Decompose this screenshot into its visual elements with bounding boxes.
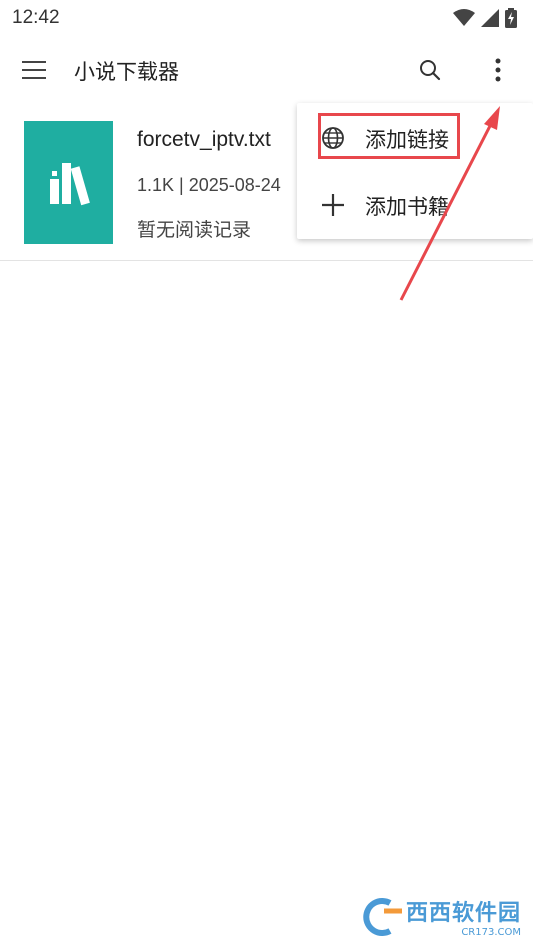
annotation-highlight-box xyxy=(318,113,460,159)
books-icon xyxy=(50,163,90,206)
plus-icon xyxy=(321,193,345,221)
menu-item-label: 添加书籍 xyxy=(365,195,449,219)
app-title: 小说下载器 xyxy=(74,60,179,84)
menu-item-add-book[interactable]: 添加书籍 xyxy=(297,177,533,235)
search-button[interactable] xyxy=(416,56,444,84)
status-bar: 12:42 xyxy=(0,0,533,36)
watermark-sub: CR173.COM xyxy=(461,927,521,938)
watermark: 西西软件园 CR173.COM xyxy=(360,895,521,938)
overflow-menu-button[interactable] xyxy=(486,56,510,84)
battery-icon xyxy=(505,8,517,28)
book-cover xyxy=(24,121,113,244)
wifi-icon xyxy=(453,9,475,26)
watermark-text: 西西软件园 xyxy=(405,901,521,926)
menu-drawer-button[interactable] xyxy=(18,55,50,85)
status-icons xyxy=(453,6,517,30)
search-icon xyxy=(420,60,441,81)
book-title: forcetv_iptv.txt xyxy=(137,128,271,151)
watermark-logo-icon xyxy=(363,897,402,936)
status-time: 12:42 xyxy=(12,7,60,28)
signal-icon xyxy=(481,9,499,27)
book-meta: 1.1K | 2025-08-24 xyxy=(137,175,281,195)
book-progress: 暂无阅读记录 xyxy=(137,219,252,241)
more-vert-icon xyxy=(495,58,501,82)
hamburger-icon xyxy=(22,61,46,79)
